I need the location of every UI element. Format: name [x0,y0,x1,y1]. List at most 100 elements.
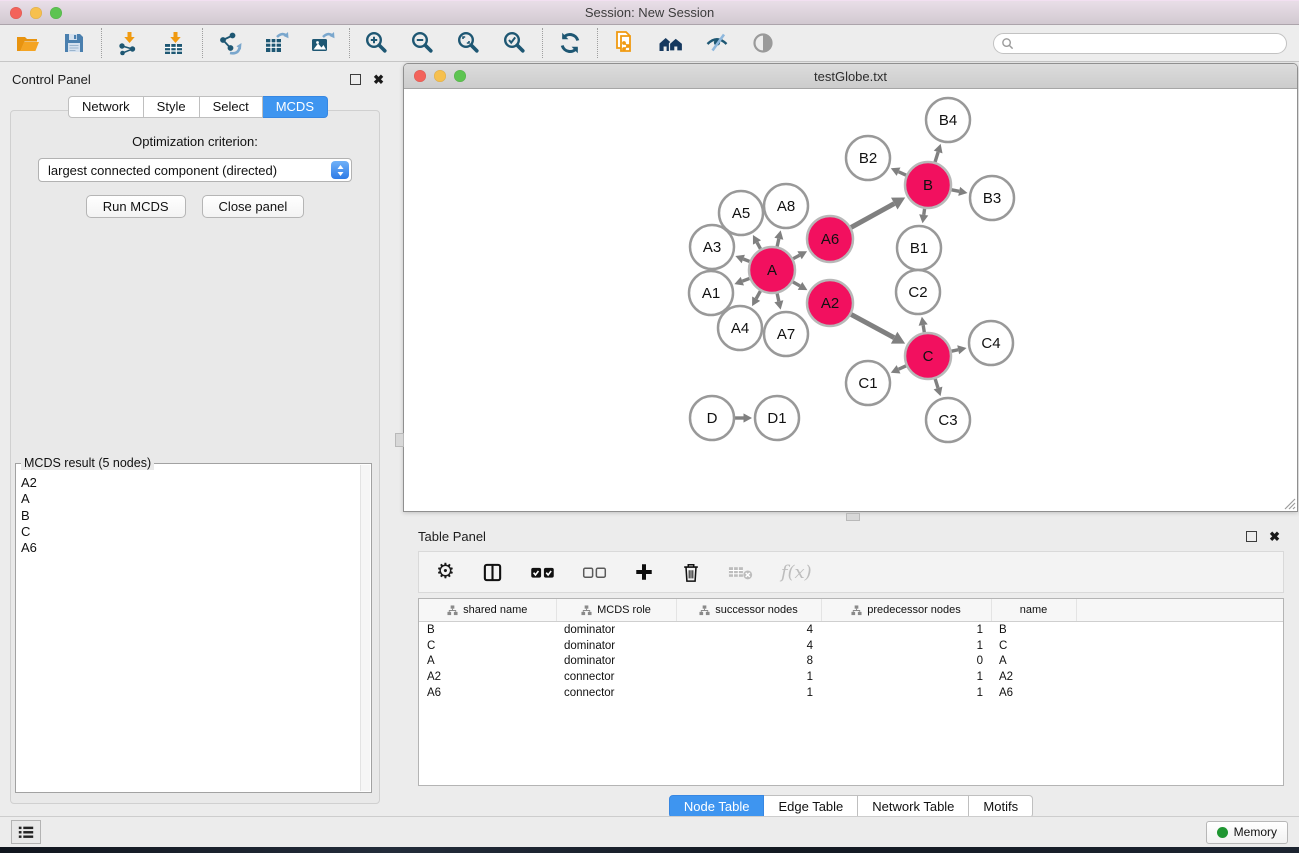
list-icon [17,825,35,840]
table-cell[interactable]: C [419,638,556,654]
tab-edge-table[interactable]: Edge Table [764,795,858,818]
control-panel: Control Panel ✖ NetworkStyleSelectMCDS O… [0,63,396,816]
tab-node-table[interactable]: Node Table [669,795,765,818]
minimize-window-button[interactable] [30,7,42,19]
table-cell[interactable]: 1 [821,685,991,701]
mcds-result-list[interactable]: A2ABCA6 [16,464,371,556]
column-header-mcds-role[interactable]: MCDS role [556,599,676,622]
close-panel-button[interactable]: Close panel [202,195,305,218]
mcds-result-item[interactable]: A2 [21,475,366,491]
table-row[interactable]: Adominator80A [419,654,1283,670]
splitter-grip-vertical[interactable] [395,433,404,447]
export-image-icon[interactable] [308,29,336,57]
float-table-panel-icon[interactable] [1246,531,1257,542]
table-cell[interactable]: 1 [676,685,821,701]
delete-table-icon[interactable] [728,563,754,581]
close-network-window-button[interactable] [414,70,426,82]
zoom-in-icon[interactable] [363,29,391,57]
table-cell[interactable]: connector [556,685,676,701]
search-field[interactable] [993,33,1287,54]
import-network-icon[interactable] [115,29,143,57]
table-cell[interactable]: A2 [419,669,556,685]
zoom-fit-icon[interactable] [455,29,483,57]
close-table-panel-icon[interactable]: ✖ [1269,532,1280,541]
table-cell[interactable]: 0 [821,654,991,670]
table-cell[interactable]: 1 [821,622,991,638]
export-network-icon[interactable] [216,29,244,57]
columns-icon[interactable] [482,562,503,583]
float-panel-icon[interactable] [350,74,361,85]
run-mcds-button[interactable]: Run MCDS [86,195,186,218]
clone-network-icon[interactable] [611,29,639,57]
tab-mcds[interactable]: MCDS [263,96,328,118]
optimization-criterion-select[interactable]: largest connected component (directed) [38,158,352,182]
table-cell[interactable]: A6 [991,685,1076,701]
home-layout-icon[interactable] [657,29,685,57]
network-canvas[interactable]: AA1A2A3A4A5A6A7A8BB1B2B3B4CC1C2C3C4DD1 [404,89,1297,511]
deselect-all-checkboxes-icon[interactable] [582,565,607,580]
zoom-network-window-button[interactable] [454,70,466,82]
column-header-name[interactable]: name [991,599,1076,622]
tab-motifs[interactable]: Motifs [969,795,1033,818]
table-row[interactable]: A6connector11A6 [419,685,1283,701]
table-cell[interactable]: A [991,654,1076,670]
table-cell[interactable]: B [419,622,556,638]
table-cell[interactable]: 4 [676,638,821,654]
table-cell[interactable]: dominator [556,622,676,638]
mcds-result-item[interactable]: C [21,524,366,540]
table-cell[interactable]: C [991,638,1076,654]
control-panel-title: Control Panel [12,72,91,87]
table-cell[interactable]: A2 [991,669,1076,685]
tab-network[interactable]: Network [68,96,144,118]
add-column-icon[interactable] [634,562,654,582]
show-graphics-details-icon[interactable] [749,29,777,57]
table-cell[interactable]: 1 [821,638,991,654]
window-resize-handle[interactable] [1282,496,1296,510]
table-cell[interactable]: dominator [556,654,676,670]
tab-network-table[interactable]: Network Table [858,795,969,818]
table-row[interactable]: Bdominator41B [419,622,1283,638]
save-session-icon[interactable] [60,29,88,57]
refresh-icon[interactable] [556,29,584,57]
export-table-icon[interactable] [262,29,290,57]
delete-column-icon[interactable] [681,562,701,583]
table-cell[interactable]: connector [556,669,676,685]
table-row[interactable]: A2connector11A2 [419,669,1283,685]
table-cell[interactable]: 8 [676,654,821,670]
hide-graphics-details-icon[interactable] [703,29,731,57]
zoom-window-button[interactable] [50,7,62,19]
show-panels-menu-button[interactable] [11,820,41,844]
table-settings-icon[interactable]: ⚙ [436,562,455,582]
table-cell[interactable]: B [991,622,1076,638]
select-all-checkboxes-icon[interactable] [530,565,555,580]
mcds-result-item[interactable]: B [21,508,366,524]
table-cell[interactable]: A6 [419,685,556,701]
network-graph[interactable]: AA1A2A3A4A5A6A7A8BB1B2B3B4CC1C2C3C4DD1 [404,89,1297,511]
table-cell[interactable]: A [419,654,556,670]
mcds-result-item[interactable]: A6 [21,540,366,556]
zoom-out-icon[interactable] [409,29,437,57]
table-cell[interactable]: 1 [676,669,821,685]
table-row[interactable]: Cdominator41C [419,638,1283,654]
column-header-filler [1076,599,1283,622]
table-cell[interactable]: 1 [821,669,991,685]
scrollbar-track[interactable] [360,465,370,791]
column-header-shared-name[interactable]: shared name [419,599,556,622]
close-panel-icon[interactable]: ✖ [373,75,384,84]
function-builder-icon[interactable]: f(x) [781,562,812,583]
table-cell[interactable]: 4 [676,622,821,638]
open-session-icon[interactable] [14,29,42,57]
table-cell[interactable]: dominator [556,638,676,654]
search-input[interactable] [1019,35,1279,51]
tab-select[interactable]: Select [200,96,263,118]
zoom-selected-icon[interactable] [501,29,529,57]
close-window-button[interactable] [10,7,22,19]
minimize-network-window-button[interactable] [434,70,446,82]
network-window-titlebar[interactable]: testGlobe.txt [404,64,1297,89]
column-header-predecessor-nodes[interactable]: predecessor nodes [821,599,991,622]
tab-style[interactable]: Style [144,96,200,118]
memory-button[interactable]: Memory [1206,821,1288,844]
column-header-successor-nodes[interactable]: successor nodes [676,599,821,622]
import-table-icon[interactable] [161,29,189,57]
mcds-result-item[interactable]: A [21,491,366,507]
